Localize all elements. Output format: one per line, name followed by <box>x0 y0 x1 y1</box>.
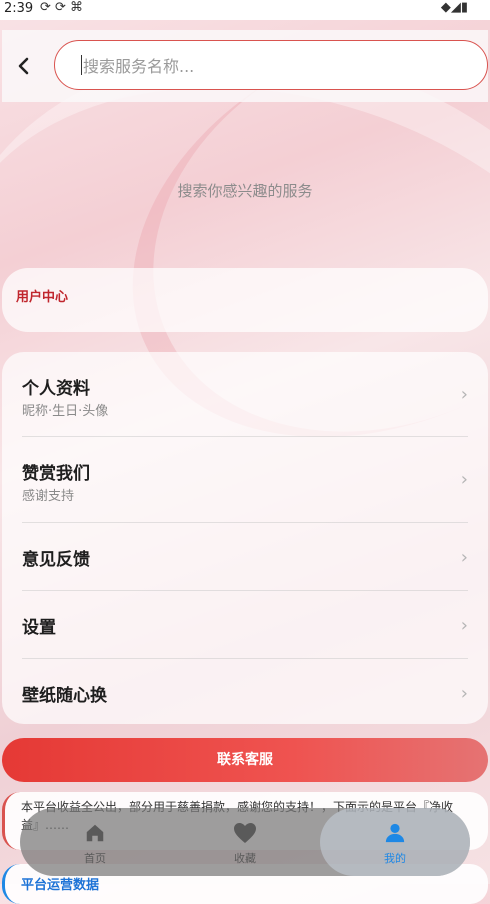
tab-mine[interactable]: 我的 <box>320 808 470 876</box>
menu-item-profile[interactable]: 个人资料 昵称·生日·头像 › <box>2 352 488 436</box>
status-bar: 2:39 ⟳ ⟳ ⌘ ◆◢▮ <box>0 0 490 20</box>
menu-item-reward[interactable]: 赞赏我们 感谢支持 › <box>2 437 488 521</box>
menu-item-subtitle: 感谢支持 <box>22 489 75 504</box>
search-box[interactable] <box>54 40 488 90</box>
text-caret <box>81 55 82 75</box>
chevron-right-icon: › <box>460 615 468 636</box>
menu-item-title: 赞赏我们 <box>22 464 90 484</box>
search-input[interactable] <box>81 51 465 81</box>
chevron-right-icon: › <box>460 547 468 568</box>
chevron-right-icon: › <box>460 469 468 490</box>
chevron-right-icon: › <box>460 683 468 704</box>
heart-icon <box>234 823 256 843</box>
status-signal-battery-icons: ◆◢▮ <box>440 0 468 15</box>
chevron-right-icon: › <box>460 384 468 405</box>
menu-item-subtitle: 昵称·生日·头像 <box>22 404 109 419</box>
menu-item-wallpaper[interactable]: 壁纸随心换 › <box>2 659 488 724</box>
tab-favorites[interactable]: 收藏 <box>170 808 320 876</box>
user-center-title: 用户中心 <box>16 290 69 305</box>
menu-item-title: 设置 <box>22 618 56 638</box>
menu-item-title: 个人资料 <box>22 379 90 399</box>
tab-home[interactable]: 首页 <box>20 808 170 876</box>
menu-item-settings[interactable]: 设置 › <box>2 591 488 657</box>
tab-label: 首页 <box>84 852 106 865</box>
tab-label: 收藏 <box>234 852 256 865</box>
menu-card: 个人资料 昵称·生日·头像 › 赞赏我们 感谢支持 › 意见反馈 › 设置 › … <box>2 352 488 724</box>
back-button[interactable] <box>12 52 36 80</box>
menu-item-title: 壁纸随心换 <box>22 686 107 706</box>
chevron-left-icon <box>18 57 29 75</box>
status-time: 2:39 <box>4 1 34 16</box>
tab-label: 我的 <box>384 852 406 865</box>
menu-item-title: 意见反馈 <box>22 550 90 570</box>
bottom-tab-bar: 首页 收藏 我的 <box>20 808 470 876</box>
search-header <box>2 30 488 102</box>
status-notification-icons: ⟳ ⟳ ⌘ <box>40 0 84 15</box>
user-center-card: 用户中心 <box>2 268 488 332</box>
home-icon <box>86 824 104 842</box>
menu-item-feedback[interactable]: 意见反馈 › <box>2 523 488 589</box>
user-icon <box>385 823 405 843</box>
search-hint: 搜索你感兴趣的服务 <box>177 182 313 200</box>
contact-support-button[interactable]: 联系客服 <box>2 738 488 782</box>
